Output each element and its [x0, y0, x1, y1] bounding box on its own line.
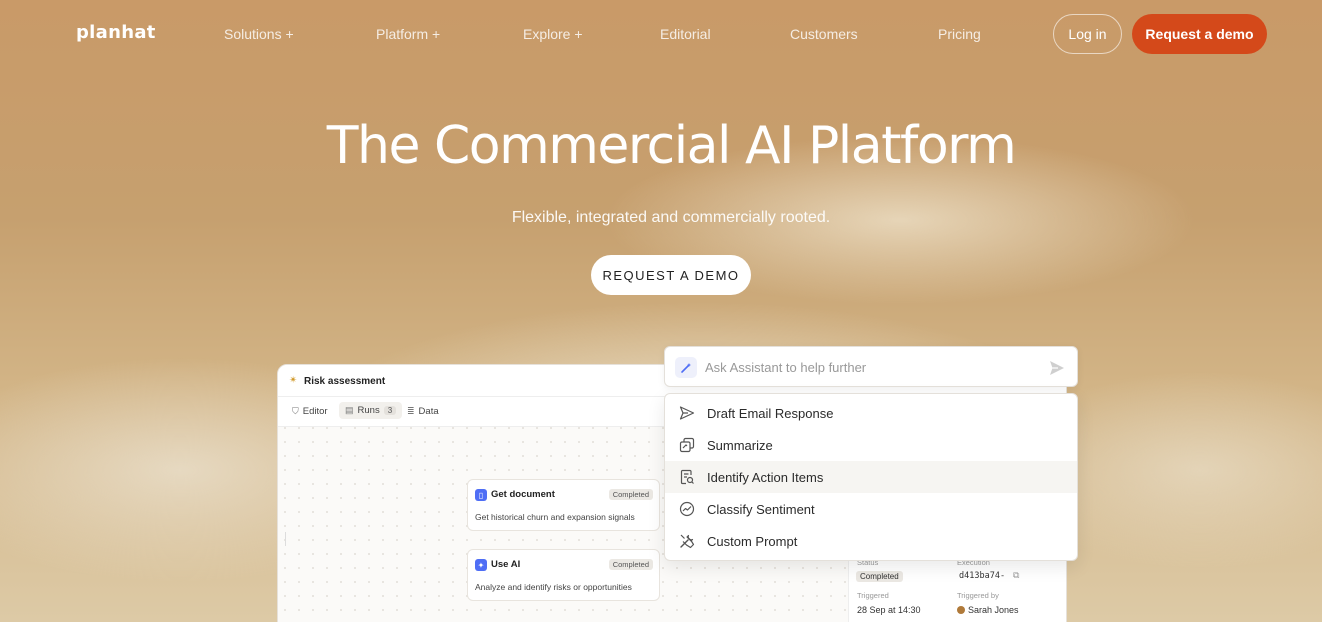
- tab-data[interactable]: ≣ Data: [407, 406, 439, 417]
- runs-icon: ▤: [345, 405, 354, 415]
- menu-item-label: Custom Prompt: [707, 533, 798, 549]
- assistant-input[interactable]: [705, 356, 1025, 378]
- hero-title: The Commercial AI Platform: [326, 116, 1017, 176]
- workflow-node-get-document[interactable]: ▯ Get document Completed Get historical …: [467, 479, 660, 531]
- send-icon: [679, 406, 695, 420]
- menu-item-custom-prompt[interactable]: Custom Prompt: [665, 525, 1077, 557]
- hero-request-demo-button[interactable]: REQUEST A DEMO: [591, 255, 751, 295]
- tab-editor[interactable]: ⛉ Editor: [292, 406, 328, 417]
- node-description: Analyze and identify risks or opportunit…: [475, 582, 632, 592]
- nav-explore[interactable]: Explore +: [523, 26, 583, 42]
- tools-icon: [680, 534, 695, 549]
- logo[interactable]: planhat: [76, 22, 156, 43]
- menu-item-identify-action-items[interactable]: Identify Action Items: [665, 461, 1077, 493]
- assistant-menu: Draft Email Response Summarize Identify …: [664, 393, 1078, 561]
- node-description: Get historical churn and expansion signa…: [475, 512, 635, 522]
- menu-item-label: Classify Sentiment: [707, 501, 815, 517]
- triggered-time: 28 Sep at 14:30: [857, 605, 921, 615]
- hero-subtitle: Flexible, integrated and commercially ro…: [511, 209, 831, 226]
- triggered-by-name: Sarah Jones: [968, 605, 1019, 615]
- sentiment-icon: [679, 501, 695, 517]
- top-nav: planhat Solutions + Platform + Explore +…: [0, 0, 1322, 68]
- nav-solutions[interactable]: Solutions +: [224, 26, 294, 42]
- execution-id: d413ba74-: [959, 571, 1006, 581]
- workflow-node-use-ai[interactable]: ✦ Use AI Completed Analyze and identify …: [467, 549, 660, 601]
- tab-data-label: Data: [418, 406, 439, 417]
- node-title: Use AI: [491, 559, 521, 570]
- tab-editor-label: Editor: [302, 406, 328, 417]
- node-connector: [285, 532, 286, 546]
- document-search-icon: [680, 469, 694, 485]
- triggered-by-label: Triggered by: [957, 591, 999, 600]
- menu-item-label: Identify Action Items: [707, 469, 824, 485]
- database-icon: ≣: [407, 406, 415, 416]
- menu-item-draft-email[interactable]: Draft Email Response: [665, 397, 1077, 429]
- send-icon[interactable]: [1047, 358, 1067, 378]
- triggered-by: Sarah Jones: [957, 605, 1019, 615]
- status-badge: Completed: [608, 489, 653, 500]
- triggered-label: Triggered: [857, 591, 889, 600]
- menu-item-summarize[interactable]: Summarize: [665, 429, 1077, 461]
- menu-item-classify-sentiment[interactable]: Classify Sentiment: [665, 493, 1077, 525]
- node-title: Get document: [491, 489, 555, 500]
- tab-runs-label: Runs: [357, 405, 380, 416]
- menu-item-label: Summarize: [707, 437, 773, 453]
- status-badge: Completed: [608, 559, 653, 570]
- ai-wand-icon: [675, 357, 697, 378]
- nav-platform[interactable]: Platform +: [376, 26, 440, 42]
- assistant-bar: [664, 346, 1078, 387]
- tab-runs[interactable]: ▤ Runs 3: [339, 402, 403, 419]
- login-button[interactable]: Log in: [1053, 14, 1122, 54]
- avatar: [957, 606, 965, 614]
- runs-count-badge: 3: [383, 406, 397, 415]
- ai-sparkle-icon: ✦: [475, 559, 487, 571]
- summarize-icon: [679, 437, 695, 453]
- nav-editorial[interactable]: Editorial: [660, 26, 711, 42]
- request-demo-button[interactable]: Request a demo: [1132, 14, 1267, 54]
- sparkle-icon: ✴: [289, 375, 298, 386]
- status-badge: Completed: [856, 571, 903, 582]
- menu-item-label: Draft Email Response: [707, 405, 834, 421]
- nav-customers[interactable]: Customers: [790, 26, 858, 42]
- document-icon: ▯: [475, 489, 487, 501]
- editor-icon: ⛉: [292, 406, 299, 416]
- nav-pricing[interactable]: Pricing: [938, 26, 981, 42]
- copy-icon[interactable]: ⧉: [1013, 570, 1019, 581]
- workflow-title: Risk assessment: [304, 376, 386, 387]
